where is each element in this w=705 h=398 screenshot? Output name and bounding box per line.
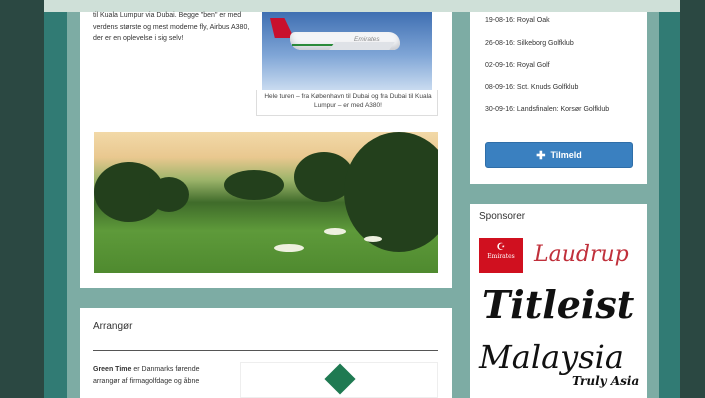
schedule-item: 30-09-16: Landsfinalen: Korsør Golfklub [485, 106, 610, 113]
emirates-logo[interactable]: ☪ Emirates [479, 238, 523, 273]
sand-bunker [364, 236, 382, 242]
sponsors-title: Sponsorer [479, 211, 526, 222]
malaysia-logo[interactable]: Malaysia [479, 338, 624, 376]
plus-icon: ✚ [536, 149, 546, 162]
image-caption: Hele turen – fra København til Dubai og … [264, 93, 432, 109]
organizer-title: Arrangør [93, 321, 133, 332]
emirates-logo-text: Emirates [487, 253, 515, 260]
organizer-divider [93, 350, 438, 351]
laudrup-logo[interactable]: Laudrup [534, 242, 629, 267]
truly-asia-logo: Truly Asia [572, 374, 640, 388]
schedule-item: 26-08-16: Silkeborg Golfklub [485, 40, 574, 47]
sand-bunker [274, 244, 304, 252]
tree [224, 170, 284, 200]
signup-button[interactable]: ✚ Tilmeld [485, 142, 633, 168]
schedule-item: 02-09-16: Royal Golf [485, 62, 550, 69]
emirates-emblem-icon: ☪ [496, 242, 506, 253]
organizer-name: Green Time [93, 366, 132, 373]
image-caption-box: Hele turen – fra København til Dubai og … [256, 90, 438, 116]
golf-course-image [94, 132, 438, 273]
organizer-text: Green Time er Danmarks førende arrangør … [93, 364, 213, 387]
tree [344, 132, 438, 252]
schedule-item: 19-08-16: Royal Oak [485, 17, 550, 24]
tree [149, 177, 189, 212]
signup-label: Tilmeld [550, 150, 582, 160]
plane-livery-text: Emirates [354, 36, 380, 43]
intro-text: til Kuala Lumpur via Dubai. Begge "ben" … [93, 12, 250, 42]
titleist-logo[interactable]: Titleist [482, 282, 634, 327]
sand-bunker [324, 228, 346, 235]
airplane-image: Emirates [262, 12, 432, 90]
schedule-item: 08-09-16: Sct. Knuds Golfklub [485, 84, 579, 91]
